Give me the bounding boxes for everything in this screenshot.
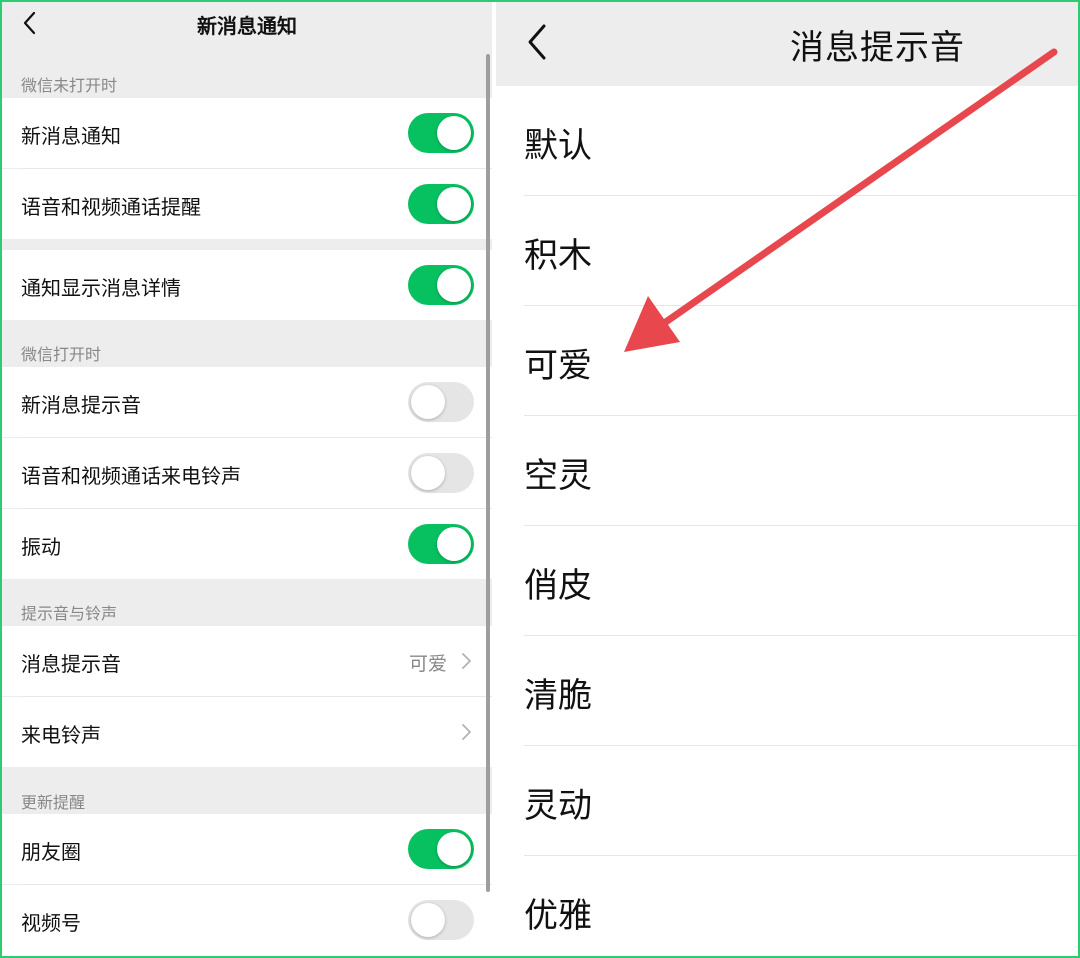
sound-label: 积木 <box>524 236 592 276</box>
sound-label: 俏皮 <box>524 566 592 606</box>
page-title: 新消息通知 <box>197 14 297 38</box>
row-moments[interactable]: 朋友圈 <box>2 814 492 884</box>
toggle-new-message-notify[interactable] <box>408 113 474 153</box>
page-title: 消息提示音 <box>790 28 965 68</box>
row-label: 通知显示消息详情 <box>21 276 181 300</box>
row-call-ringtone[interactable]: 语音和视频通话来电铃声 <box>2 438 492 508</box>
section-label-wechat-open: 微信打开时 <box>21 345 102 364</box>
row-label: 消息提示音 <box>21 652 121 676</box>
section-label-wechat-closed: 微信未打开时 <box>21 76 118 95</box>
toggle-new-message-sound[interactable] <box>408 382 474 422</box>
toggle-show-detail[interactable] <box>408 265 474 305</box>
sound-item-ethereal[interactable]: 空灵 <box>496 416 1078 526</box>
toggle-voice-video-remind[interactable] <box>408 184 474 224</box>
row-new-message-notify[interactable]: 新消息通知 <box>2 98 492 168</box>
sound-label: 默认 <box>524 126 592 166</box>
sound-label: 空灵 <box>524 456 592 496</box>
row-label: 新消息提示音 <box>21 393 141 417</box>
row-label: 振动 <box>21 535 61 559</box>
message-sound-panel: 消息提示音 默认 积木 可爱 空灵 俏皮 清脆 灵动 优雅 <box>496 2 1078 956</box>
sound-item-playful[interactable]: 俏皮 <box>496 526 1078 636</box>
sound-item-default[interactable]: 默认 <box>496 86 1078 196</box>
row-voice-video-remind[interactable]: 语音和视频通话提醒 <box>2 169 492 239</box>
nav-bar: 消息提示音 <box>496 2 1078 86</box>
notification-settings-panel: 新消息通知 微信未打开时 新消息通知 语音和视频通话提醒 通知显示消息详情 微信… <box>2 2 492 956</box>
nav-bar: 新消息通知 <box>2 2 492 46</box>
sound-item-blocks[interactable]: 积木 <box>496 196 1078 306</box>
row-message-sound[interactable]: 消息提示音 可爱 <box>2 626 492 696</box>
toggle-vibrate[interactable] <box>408 524 474 564</box>
sound-item-elegant[interactable]: 优雅 <box>496 856 1078 956</box>
scrollbar[interactable] <box>486 54 490 892</box>
sound-label: 清脆 <box>524 676 592 716</box>
row-ringtone[interactable]: 来电铃声 <box>2 697 492 767</box>
row-value: 可爱 <box>408 653 447 675</box>
row-show-detail[interactable]: 通知显示消息详情 <box>2 250 492 320</box>
sound-item-lively[interactable]: 灵动 <box>496 746 1078 856</box>
toggle-call-ringtone[interactable] <box>408 453 474 493</box>
row-channels[interactable]: 视频号 <box>2 885 492 956</box>
sound-label: 灵动 <box>524 786 592 826</box>
row-vibrate[interactable]: 振动 <box>2 509 492 579</box>
back-chevron-icon[interactable] <box>520 18 554 66</box>
row-label: 来电铃声 <box>21 723 101 747</box>
chevron-right-icon <box>462 724 471 740</box>
row-label: 语音和视频通话来电铃声 <box>21 464 241 488</box>
row-new-message-sound[interactable]: 新消息提示音 <box>2 367 492 437</box>
row-label: 语音和视频通话提醒 <box>21 195 201 219</box>
section-label-update-remind: 更新提醒 <box>21 793 86 812</box>
row-label: 新消息通知 <box>21 124 121 148</box>
sound-label: 可爱 <box>524 346 592 386</box>
sound-label: 优雅 <box>524 896 592 936</box>
toggle-channels[interactable] <box>408 900 474 940</box>
section-label-sounds: 提示音与铃声 <box>21 604 118 623</box>
sound-item-cute[interactable]: 可爱 <box>496 306 1078 416</box>
row-label: 视频号 <box>21 911 81 935</box>
row-label: 朋友圈 <box>21 840 81 864</box>
toggle-moments[interactable] <box>408 829 474 869</box>
sound-item-crisp[interactable]: 清脆 <box>496 636 1078 746</box>
chevron-right-icon <box>462 653 471 669</box>
